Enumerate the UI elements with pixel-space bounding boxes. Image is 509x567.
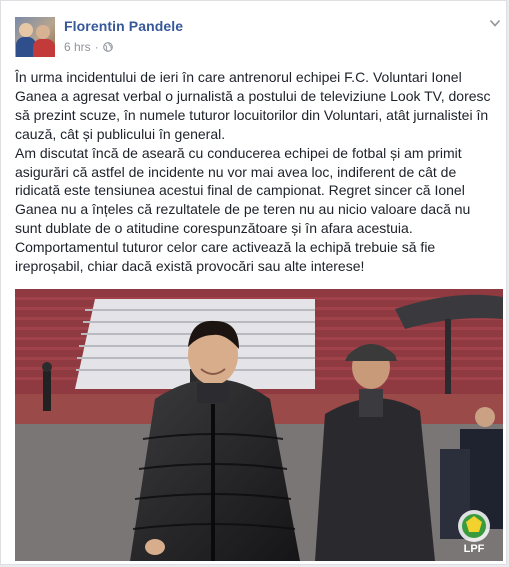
post-meta: 6 hrs · bbox=[64, 40, 113, 54]
post-timestamp[interactable]: 6 hrs bbox=[64, 40, 91, 54]
post-text: În urma incidentului de ieri în care ant… bbox=[15, 69, 491, 275]
feed-post: Florentin Pandele 6 hrs · În urma incide… bbox=[0, 0, 507, 565]
globe-icon[interactable] bbox=[102, 42, 113, 52]
stadium-photo-drawing bbox=[15, 289, 503, 561]
post-photo[interactable]: LPF bbox=[15, 289, 503, 561]
author-name-link[interactable]: Florentin Pandele bbox=[64, 18, 183, 34]
lpf-badge-text: LPF bbox=[464, 543, 485, 555]
meta-separator: · bbox=[94, 40, 99, 54]
author-avatar[interactable] bbox=[15, 17, 55, 57]
lpf-logo-icon: LPF bbox=[458, 510, 490, 555]
chevron-down-icon[interactable] bbox=[488, 16, 502, 30]
